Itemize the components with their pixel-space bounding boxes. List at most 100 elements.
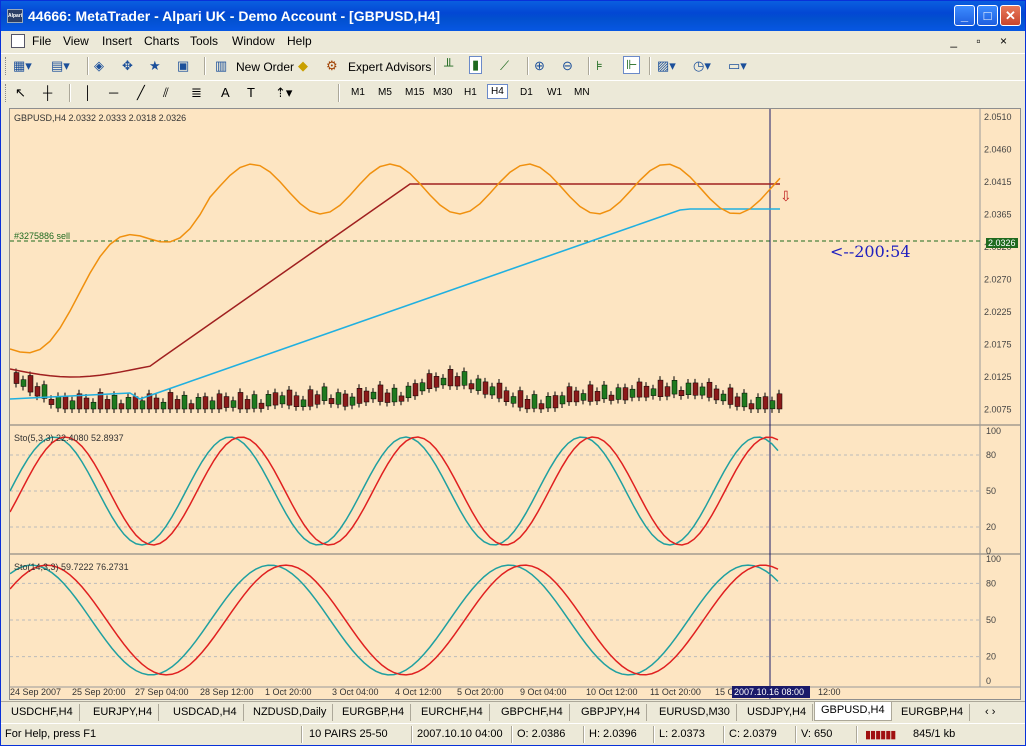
profiles-icon[interactable]: ▤▾ xyxy=(51,58,70,74)
crosshair-icon[interactable]: ┼ xyxy=(43,85,52,100)
price-chart[interactable]: 2.05102.04602.04152.03652.03202.02702.02… xyxy=(10,109,1020,699)
new-chart-icon[interactable]: ▦▾ xyxy=(13,58,32,74)
timeframe-w1[interactable]: W1 xyxy=(547,87,562,98)
price-axis-label: 2.0175 xyxy=(984,340,1012,350)
terminal-icon[interactable]: ▣ xyxy=(177,58,189,74)
timeframe-m30[interactable]: M30 xyxy=(433,87,452,98)
window-title: 44666: MetaTrader - Alpari UK - Demo Acc… xyxy=(28,8,441,24)
bar-chart-icon[interactable]: ╨ xyxy=(444,58,453,73)
price-axis-label: 2.0125 xyxy=(984,372,1012,382)
candle-body xyxy=(55,396,62,409)
tab-usdchf[interactable]: USDCHF,H4 xyxy=(5,704,80,721)
menu-tools[interactable]: Tools xyxy=(190,34,218,48)
tab-eurgbp-2[interactable]: EURGBP,H4 xyxy=(895,704,971,721)
navigator-icon[interactable]: ✥ xyxy=(122,58,133,74)
candle-body xyxy=(188,403,195,410)
stoch-axis-label: 20 xyxy=(986,522,996,532)
line-chart-icon[interactable]: ⟋ xyxy=(500,58,509,74)
status-bar: For Help, press F1 10 PAIRS 25-50 2007.1… xyxy=(1,723,1025,745)
text-icon[interactable]: A xyxy=(221,85,230,100)
timeframe-m1[interactable]: M1 xyxy=(351,87,365,98)
candle-body xyxy=(160,401,167,410)
templates-icon[interactable]: ▭▾ xyxy=(728,58,747,74)
date-axis-label: 27 Sep 04:00 xyxy=(135,687,189,697)
connection-status-icon: ▮▮▮▮▮▮ xyxy=(865,729,896,741)
arrows-icon[interactable]: ⇡▾ xyxy=(275,85,292,101)
toolbar-grip[interactable] xyxy=(5,57,8,75)
autoscroll-icon[interactable]: ⊧ xyxy=(596,58,603,74)
tab-eurgbp[interactable]: EURGBP,H4 xyxy=(336,704,412,721)
periods-icon[interactable]: ◷▾ xyxy=(693,58,711,74)
stoch-axis-label: 80 xyxy=(986,578,996,588)
text-label-icon[interactable]: T xyxy=(247,85,255,100)
candle-body xyxy=(370,391,377,400)
status-high: H: 2.0396 xyxy=(589,728,637,740)
stoch-axis-label: 100 xyxy=(986,426,1001,436)
menu-window[interactable]: Window xyxy=(232,34,275,48)
market-watch-icon[interactable]: ◈ xyxy=(94,58,104,74)
expert-advisors-icon[interactable]: ⚙ xyxy=(326,58,338,74)
timeframe-m15[interactable]: M15 xyxy=(405,87,424,98)
title-bar[interactable]: Alpari 44666: MetaTrader - Alpari UK - D… xyxy=(1,1,1025,31)
candle-body xyxy=(601,384,608,400)
tab-gbpchf[interactable]: GBPCHF,H4 xyxy=(495,704,570,721)
tab-eurjpy[interactable]: EURJPY,H4 xyxy=(87,704,160,721)
menu-help[interactable]: Help xyxy=(287,34,312,48)
fibonacci-icon[interactable]: ≣ xyxy=(191,85,202,101)
candle-body xyxy=(468,383,475,390)
timeframe-mn[interactable]: MN xyxy=(574,87,590,98)
vertical-line-icon[interactable]: │ xyxy=(84,85,92,100)
maximize-button[interactable]: □ xyxy=(977,5,998,26)
sell-arrow-icon: ⇩ xyxy=(780,188,792,204)
document-icon[interactable] xyxy=(11,34,25,48)
menu-view[interactable]: View xyxy=(63,34,89,48)
candle-body xyxy=(377,384,384,402)
equidistant-channel-icon[interactable]: ⫽ xyxy=(163,85,169,101)
minimize-button[interactable]: _ xyxy=(954,5,975,26)
mdi-controls[interactable]: _ ▫ × xyxy=(950,34,1015,48)
menu-file[interactable]: File xyxy=(32,34,51,48)
tab-eurchf[interactable]: EURCHF,H4 xyxy=(415,704,490,721)
tab-usdjpy[interactable]: USDJPY,H4 xyxy=(741,704,814,721)
candle-body xyxy=(573,390,580,403)
candle-body xyxy=(762,396,769,410)
timeframe-d1[interactable]: D1 xyxy=(520,87,533,98)
trendline-icon[interactable]: ╱ xyxy=(137,85,145,101)
tab-scroll-arrows[interactable]: ‹ › xyxy=(979,704,1001,721)
timeframe-h1[interactable]: H1 xyxy=(464,87,477,98)
candle-body xyxy=(293,395,300,407)
favorites-icon[interactable]: ★ xyxy=(149,58,161,74)
timeframe-h4[interactable]: H4 xyxy=(487,84,508,99)
price-axis-label: 2.0365 xyxy=(984,210,1012,220)
horizontal-line-icon[interactable]: ─ xyxy=(109,85,118,100)
tab-nzdusd[interactable]: NZDUSD,Daily xyxy=(247,704,334,721)
status-close: C: 2.0379 xyxy=(729,728,777,740)
indicators-icon[interactable]: ▨▾ xyxy=(657,58,676,74)
timeframe-m5[interactable]: M5 xyxy=(378,87,392,98)
menu-charts[interactable]: Charts xyxy=(144,34,179,48)
zoom-out-icon[interactable]: ⊖ xyxy=(562,58,573,74)
tab-gbpusd[interactable]: GBPUSD,H4 xyxy=(814,702,892,721)
menu-insert[interactable]: Insert xyxy=(102,34,132,48)
new-order-icon[interactable]: ▥ xyxy=(215,58,227,74)
stoch-axis-label: 100 xyxy=(986,554,1001,564)
close-button[interactable]: ✕ xyxy=(1000,5,1021,26)
tab-gbpjpy[interactable]: GBPJPY,H4 xyxy=(575,704,648,721)
tab-eurusd[interactable]: EURUSD,M30 xyxy=(653,704,737,721)
candle-body xyxy=(552,395,559,409)
new-order-button[interactable]: New Order xyxy=(236,60,294,74)
tab-usdcad[interactable]: USDCAD,H4 xyxy=(167,704,244,721)
candle-body xyxy=(202,396,209,410)
zoom-in-icon[interactable]: ⊕ xyxy=(534,58,545,74)
app-icon: Alpari xyxy=(7,9,23,23)
candlestick-chart-icon[interactable]: ▮ xyxy=(469,56,483,74)
chart-shift-icon[interactable]: ⊩ xyxy=(623,56,641,74)
chart-window[interactable]: 2.05102.04602.04152.03652.03202.02702.02… xyxy=(9,108,1021,700)
candle-body xyxy=(286,389,293,406)
candle-body xyxy=(125,397,132,410)
stochastic-1-label: Sto(5,3,3) 22.4080 52.8937 xyxy=(14,433,124,443)
candle-body xyxy=(321,386,328,401)
cursor-icon[interactable]: ↖ xyxy=(15,85,26,101)
expert-advisors-button[interactable]: Expert Advisors xyxy=(348,60,431,74)
metaeditor-icon[interactable]: ◆ xyxy=(298,58,308,74)
